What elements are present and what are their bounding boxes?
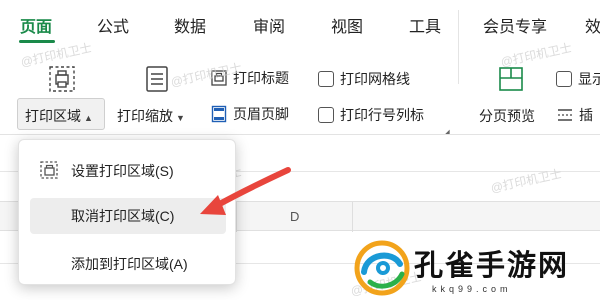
menu-item-add-to-print-area[interactable]: 添加到打印区域(A) [30, 246, 226, 282]
chevron-down-icon: ▲ [84, 113, 93, 123]
checkbox-icon [556, 71, 572, 87]
header-footer-icon [211, 105, 227, 123]
ribbon-tab-bar: 页面 公式 数据 审阅 视图 工具 会员专享 效 [0, 0, 600, 46]
column-divider [236, 202, 237, 232]
print-row-col-checkbox[interactable]: 打印行号列标 [318, 105, 424, 125]
show-checkbox[interactable]: 显示 [556, 69, 600, 89]
insert-label: 插 [579, 107, 593, 123]
menu-item-label: 设置打印区域(S) [71, 163, 174, 179]
print-area-icon [49, 66, 75, 92]
chevron-down-icon: ▼ [176, 113, 185, 123]
column-header-d[interactable]: D [290, 209, 299, 224]
peacock-logo-icon [354, 240, 410, 296]
site-logo: 孔雀手游网 kkq99.com [352, 236, 600, 300]
show-label: 显示 [578, 71, 600, 87]
tab-member[interactable]: 会员专享 [483, 13, 547, 37]
set-print-area-icon [40, 161, 58, 179]
column-divider [352, 202, 353, 232]
print-gridlines-label: 打印网格线 [340, 71, 410, 87]
active-tab-underline [19, 40, 55, 43]
insert-page-break-icon [558, 109, 572, 121]
tab-view[interactable]: 视图 [331, 13, 363, 37]
print-gridlines-checkbox[interactable]: 打印网格线 [318, 69, 410, 89]
print-area-dropdown-menu: 设置打印区域(S) 取消打印区域(C) 添加到打印区域(A) [18, 139, 236, 285]
insert-button[interactable]: 插 [556, 105, 593, 125]
ribbon-separator [458, 10, 459, 84]
menu-item-cancel-print-area[interactable]: 取消打印区域(C) [30, 198, 226, 234]
tab-data[interactable]: 数据 [174, 13, 206, 37]
print-scale-icon [146, 66, 168, 92]
header-footer-label: 页眉页脚 [233, 106, 289, 122]
logo-name: 孔雀手游网 [414, 248, 570, 282]
print-area-label: 打印区域 [25, 108, 81, 124]
checkbox-icon [318, 107, 334, 123]
header-footer-button[interactable]: 页眉页脚 [210, 104, 289, 124]
print-row-col-label: 打印行号列标 [340, 107, 424, 123]
tab-formula[interactable]: 公式 [97, 13, 129, 37]
tab-effect[interactable]: 效 [585, 13, 600, 37]
print-area-button[interactable]: 打印区域 ▲ [25, 106, 93, 126]
print-scale-label: 打印缩放 [117, 108, 173, 124]
menu-item-set-print-area[interactable]: 设置打印区域(S) [30, 153, 226, 189]
checkbox-icon [318, 71, 334, 87]
logo-domain: kkq99.com [432, 284, 512, 294]
tab-review[interactable]: 审阅 [253, 13, 285, 37]
tab-tools[interactable]: 工具 [409, 13, 441, 37]
page-break-preview-button[interactable]: 分页预览 [479, 106, 535, 126]
menu-item-label: 取消打印区域(C) [71, 208, 175, 224]
print-scale-button[interactable]: 打印缩放 ▼ [117, 106, 185, 126]
tab-page[interactable]: 页面 [20, 13, 52, 37]
menu-item-label: 添加到打印区域(A) [71, 256, 188, 272]
